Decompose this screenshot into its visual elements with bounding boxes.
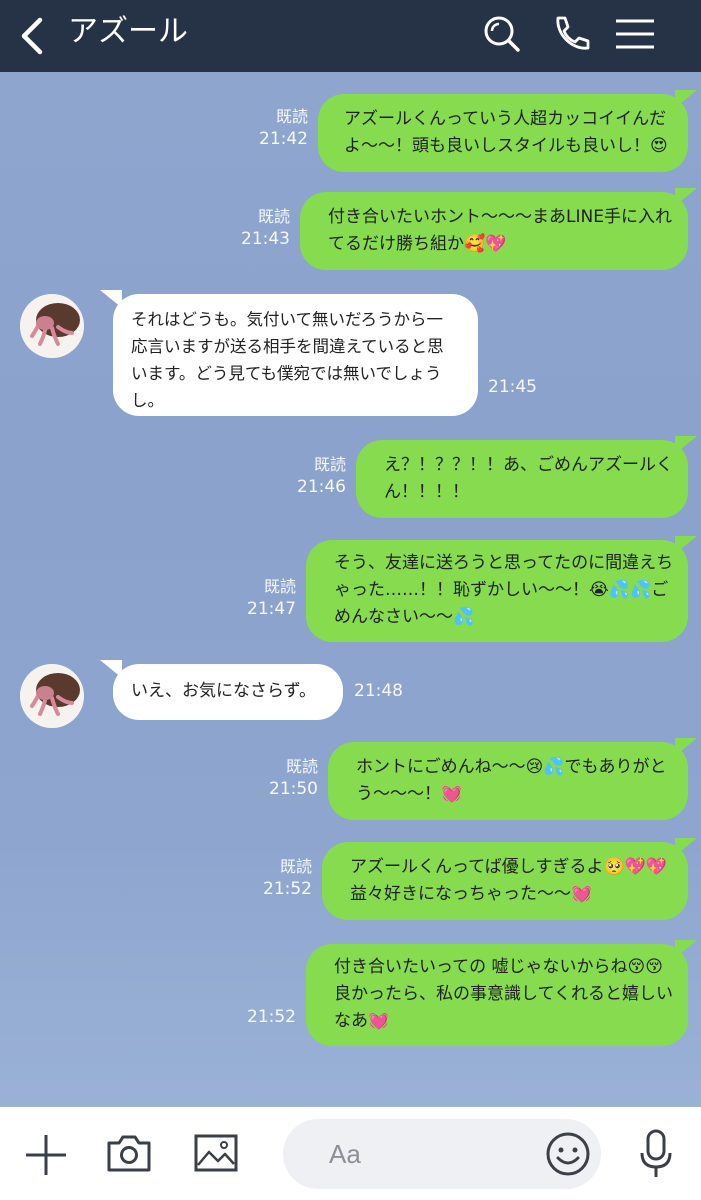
image-icon[interactable]: [194, 1133, 238, 1177]
bubble-tail: [675, 738, 697, 756]
message-line: う〜〜〜！💓: [356, 784, 463, 804]
message-bubble[interactable]: そう、友達に送ろうと思ってたのに間違えち ゃった……！！恥ずかしい〜〜！😭💦💦ご…: [306, 540, 688, 642]
message-line: 付き合いたいっての 嘘じゃないからね😚😚: [334, 957, 663, 977]
message-line: それはどうも。気付いて無いだろうから一: [131, 310, 444, 329]
message-bubble[interactable]: それはどうも。気付いて無いだろうから一 応言いますが送る相手を間違えていると思 …: [113, 294, 478, 416]
chat-title: アズール: [68, 14, 188, 49]
message-input[interactable]: Aa: [283, 1119, 601, 1189]
message-line: ん！！！！: [384, 482, 469, 502]
message-time: 21:50: [269, 779, 318, 799]
chat-area[interactable]: 既読 21:42 アズールくんっていう人超カッコイイんだ よ〜〜！頭も良いしスタ…: [0, 72, 701, 1107]
read-receipt: 既読: [313, 455, 346, 474]
emoji-icon[interactable]: [545, 1131, 591, 1181]
message-composer-bar: Aa: [0, 1107, 701, 1200]
message-bubble[interactable]: 付き合いたいホント〜〜〜まあLINE手に入れ てるだけ勝ち組か🥰💖: [300, 192, 688, 270]
message-line: 良かったら、私の事意識してくれると嬉しい: [334, 984, 673, 1004]
message-line: 応言いますが送る相手を間違えていると思: [131, 337, 444, 356]
message-time: 21:52: [247, 1007, 296, 1027]
bubble-tail: [100, 290, 122, 308]
read-receipt: 既読: [275, 107, 308, 126]
message-line: いえ、お気になさらず。: [131, 681, 316, 701]
message-line: よ〜〜！頭も良いしスタイルも良いし！😍: [344, 136, 668, 156]
message-line: めんなさい〜〜💦: [334, 607, 475, 627]
message-line: ゃった……！！恥ずかしい〜〜！😭💦💦ご: [334, 580, 669, 600]
search-icon[interactable]: [480, 12, 524, 56]
message-bubble[interactable]: いえ、お気になさらず。: [113, 664, 343, 720]
message-bubble[interactable]: アズールくんってば優しすぎるよ🥺💖💖 益々好きになっちゃった〜〜💓: [322, 842, 688, 920]
read-receipt: 既読: [285, 757, 318, 776]
message-line: 付き合いたいホント〜〜〜まあLINE手に入れ: [328, 207, 672, 227]
message-line: います。どう見ても僕宛では無いでしょう: [131, 364, 442, 383]
avatar[interactable]: [20, 664, 84, 728]
message-time: 21:52: [263, 879, 312, 899]
message-time: 21:43: [241, 229, 290, 249]
message-line: そう、友達に送ろうと思ってたのに間違えち: [334, 553, 674, 573]
read-receipt: 既読: [279, 857, 312, 876]
message-time: 21:45: [488, 377, 537, 397]
message-time: 21:48: [354, 681, 403, 701]
message-line: 益々好きになっちゃった〜〜💓: [350, 884, 593, 904]
message-line: なあ💓: [334, 1011, 390, 1031]
message-line: え？！？？！！あ、ごめんアズールく: [384, 455, 673, 475]
message-time: 21:47: [247, 599, 296, 619]
camera-icon[interactable]: [106, 1133, 152, 1177]
back-chevron-icon[interactable]: [14, 14, 50, 58]
message-line: アズールくんっていう人超カッコイイんだ: [344, 109, 667, 129]
message-time: 21:42: [259, 129, 308, 149]
message-time: 21:46: [297, 477, 346, 497]
read-receipt: 既読: [263, 577, 296, 596]
bubble-tail: [675, 90, 697, 108]
bubble-tail: [675, 536, 697, 554]
message-line: てるだけ勝ち組か🥰💖: [328, 234, 507, 254]
phone-icon[interactable]: [548, 12, 592, 56]
message-line: し。: [131, 391, 164, 410]
message-bubble[interactable]: え？！？？！！あ、ごめんアズールく ん！！！！: [356, 440, 688, 518]
message-line: ホントにごめんね〜〜😢💦でもありがと: [356, 757, 667, 777]
message-bubble[interactable]: 付き合いたいっての 嘘じゃないからね😚😚 良かったら、私の事意識してくれると嬉し…: [306, 944, 688, 1046]
menu-icon[interactable]: [614, 12, 658, 56]
bubble-tail: [675, 436, 697, 454]
bubble-tail: [675, 940, 697, 958]
chat-header: アズール: [0, 0, 701, 72]
microphone-icon[interactable]: [638, 1129, 674, 1185]
read-receipt: 既読: [257, 207, 290, 226]
message-input-placeholder: Aa: [329, 1139, 361, 1169]
plus-icon[interactable]: [24, 1133, 68, 1181]
bubble-tail: [100, 660, 122, 678]
message-line: アズールくんってば優しすぎるよ🥺💖💖: [350, 857, 667, 877]
bubble-tail: [675, 188, 697, 206]
bubble-tail: [675, 838, 697, 856]
avatar[interactable]: [20, 294, 84, 358]
message-bubble[interactable]: アズールくんっていう人超カッコイイんだ よ〜〜！頭も良いしスタイルも良いし！😍: [318, 94, 688, 172]
message-bubble[interactable]: ホントにごめんね〜〜😢💦でもありがと う〜〜〜！💓: [328, 742, 688, 820]
